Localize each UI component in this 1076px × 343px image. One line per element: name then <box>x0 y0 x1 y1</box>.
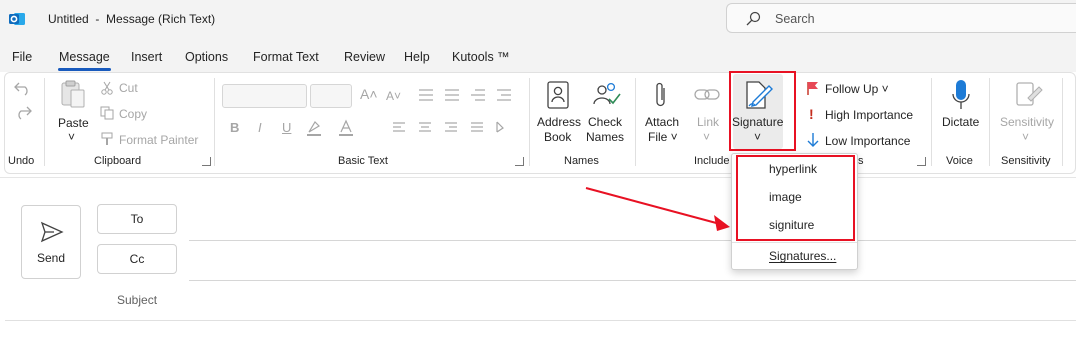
follow-up-flag-icon <box>807 82 818 95</box>
high-importance-icon: ! <box>809 106 814 122</box>
microphone-icon <box>952 80 970 109</box>
check-names-button[interactable]: Check <box>588 115 622 130</box>
group-label-clipboard: Clipboard <box>94 155 142 167</box>
tab-message[interactable]: Message <box>59 50 110 64</box>
underline-button[interactable]: U <box>282 120 291 135</box>
italic-button[interactable]: I <box>258 120 262 135</box>
basic-text-launcher-icon[interactable] <box>515 157 524 166</box>
tab-help[interactable]: Help <box>404 50 430 64</box>
group-label-names: Names <box>564 155 599 167</box>
title-bar: Untitled - Message (Rich Text) Search <box>0 0 1076 38</box>
low-importance-button[interactable]: Low Importance <box>825 134 910 149</box>
cc-field[interactable] <box>189 280 1076 281</box>
separator <box>44 78 45 166</box>
sensitivity-button[interactable]: Sensitivity <box>1000 115 1054 130</box>
separator <box>635 78 636 166</box>
font-name-dropdown[interactable] <box>222 84 307 108</box>
separator <box>1062 78 1063 166</box>
attach-file-button[interactable]: Attach <box>645 115 679 130</box>
address-book-button-line2[interactable]: Book <box>544 130 571 145</box>
paste-icon[interactable] <box>60 79 86 109</box>
redo-icon[interactable] <box>13 104 33 120</box>
separator <box>989 78 990 166</box>
attach-file-caret[interactable]: File ˅ <box>648 130 678 145</box>
ribbon-tabs: File Message Insert Options Format Text … <box>0 38 1076 72</box>
shrink-font-icon[interactable]: A˅ <box>386 89 401 104</box>
link-caret[interactable]: ˅ <box>703 130 710 145</box>
group-label-include: Include <box>694 155 730 167</box>
paste-button[interactable]: Paste <box>58 116 89 131</box>
signature-highlight-box <box>729 71 796 151</box>
group-label-tags-tail: s <box>858 155 864 167</box>
clipboard-launcher-icon[interactable] <box>202 157 211 166</box>
sensitivity-caret[interactable]: ˅ <box>1022 130 1029 145</box>
search-box[interactable]: Search <box>726 3 1076 33</box>
copy-button[interactable]: Copy <box>119 107 147 122</box>
check-names-icon <box>593 82 621 105</box>
to-button[interactable]: To <box>97 204 177 234</box>
separator <box>214 78 215 166</box>
subject-field[interactable] <box>5 320 1076 321</box>
annotation-arrow-icon <box>585 187 730 231</box>
paste-caret[interactable]: ˅ <box>68 130 75 145</box>
group-label-undo: Undo <box>8 155 35 167</box>
separator <box>931 78 932 166</box>
undo-icon[interactable] <box>13 80 33 96</box>
outlook-app-icon <box>9 13 25 25</box>
dictate-button[interactable]: Dictate <box>942 115 979 130</box>
address-book-icon <box>547 81 569 109</box>
address-book-button[interactable]: Address <box>537 115 581 130</box>
tags-launcher-icon[interactable] <box>917 157 926 166</box>
tab-options[interactable]: Options <box>185 50 228 64</box>
cc-button[interactable]: Cc <box>97 244 177 274</box>
format-painter-button[interactable]: Format Painter <box>119 133 198 148</box>
cut-icon <box>101 81 113 95</box>
tab-format-text[interactable]: Format Text <box>253 50 319 64</box>
sensitivity-icon <box>1016 82 1043 106</box>
list-buttons[interactable] <box>415 86 515 104</box>
window-title: Untitled - Message (Rich Text) <box>48 12 216 26</box>
subject-label: Subject <box>117 293 158 307</box>
font-size-dropdown[interactable] <box>310 84 352 108</box>
tab-insert[interactable]: Insert <box>131 50 162 64</box>
active-tab-indicator <box>58 68 111 71</box>
send-label: Send <box>36 251 66 265</box>
send-icon <box>40 221 64 243</box>
cut-button[interactable]: Cut <box>119 81 138 96</box>
tab-kutools[interactable]: Kutools ™ <box>452 50 510 64</box>
check-names-button-line2[interactable]: Names <box>586 130 624 145</box>
copy-icon <box>100 106 114 120</box>
attach-file-icon <box>656 82 665 107</box>
link-button[interactable]: Link <box>697 115 719 130</box>
tab-review[interactable]: Review <box>344 50 385 64</box>
follow-up-button[interactable]: Follow Up ˅ <box>825 82 889 97</box>
tab-file[interactable]: File <box>12 50 32 64</box>
grow-font-icon[interactable]: A˄ <box>360 87 378 102</box>
signature-items-highlight-box <box>736 155 855 241</box>
high-importance-button[interactable]: High Importance <box>825 108 913 123</box>
group-label-sensitivity: Sensitivity <box>1001 155 1051 167</box>
format-painter-icon <box>101 132 113 145</box>
to-field[interactable] <box>189 240 1076 241</box>
menu-divider <box>732 242 857 243</box>
link-icon <box>694 89 720 100</box>
text-format-buttons[interactable] <box>305 118 520 138</box>
group-label-basic-text: Basic Text <box>338 155 388 167</box>
low-importance-arrow-icon <box>807 133 819 147</box>
search-placeholder: Search <box>775 12 815 26</box>
bold-button[interactable]: B <box>230 120 239 135</box>
signatures-settings-item[interactable]: Signatures... <box>769 249 836 263</box>
search-icon <box>746 11 761 26</box>
send-button[interactable]: Send <box>21 205 81 279</box>
group-label-voice: Voice <box>946 155 973 167</box>
separator <box>529 78 530 166</box>
